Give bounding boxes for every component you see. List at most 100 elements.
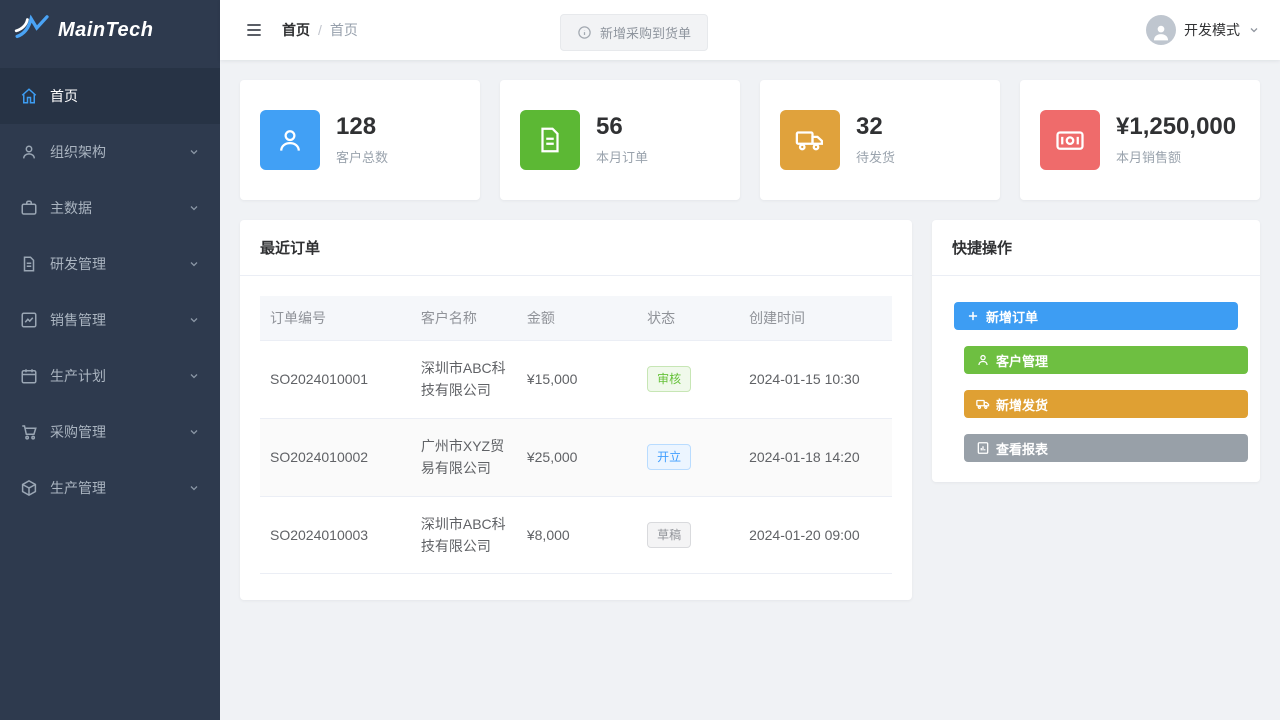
chevron-down-icon <box>188 146 200 158</box>
sidebar-item-rd-management[interactable]: 研发管理 <box>0 236 220 292</box>
stat-label: 待发货 <box>856 147 895 166</box>
dashboard-content: 128 客户总数 56 本月订单 <box>220 60 1280 720</box>
quick-actions-panel: 快捷操作 新增订单 客户管理 <box>932 220 1260 482</box>
chart-icon <box>20 311 38 329</box>
stats-row: 128 客户总数 56 本月订单 <box>240 80 1260 200</box>
sidebar-item-master-data[interactable]: 主数据 <box>0 180 220 236</box>
sidebar-item-sales-management[interactable]: 销售管理 <box>0 292 220 348</box>
sidebar: MainTech 首页 组织架构 <box>0 0 220 720</box>
orders-icon <box>520 110 580 170</box>
column-header-status: 状态 <box>637 296 739 341</box>
order-created: 2024-01-15 10:30 <box>739 341 892 419</box>
chevron-down-icon <box>188 370 200 382</box>
sidebar-item-home[interactable]: 首页 <box>0 68 220 124</box>
sidebar-nav: 首页 组织架构 主数据 <box>0 60 220 516</box>
stat-card-pending-shipment: 32 待发货 <box>760 80 1000 200</box>
brand-name: MainTech <box>58 19 154 42</box>
home-icon <box>20 87 38 105</box>
status-badge: 开立 <box>647 444 691 470</box>
user-menu[interactable]: 开发模式 <box>1146 15 1260 45</box>
new-order-button[interactable]: 新增订单 <box>954 302 1238 330</box>
sidebar-item-label: 主数据 <box>50 198 188 218</box>
table-header-row: 订单编号 客户名称 金额 状态 创建时间 <box>260 296 892 341</box>
stat-card-monthly-sales: ¥1,250,000 本月销售额 <box>1020 80 1260 200</box>
stat-label: 客户总数 <box>336 147 388 166</box>
order-status-cell: 草稿 <box>637 496 739 574</box>
stat-value: ¥1,250,000 <box>1116 114 1236 140</box>
order-id: SO2024010002 <box>260 418 411 496</box>
truck-icon <box>976 397 990 411</box>
table-row: SO2024010002 广州市XYZ贸易有限公司 ¥25,000 开立 202… <box>260 418 892 496</box>
stat-card-monthly-orders: 56 本月订单 <box>500 80 740 200</box>
customer-management-button[interactable]: 客户管理 <box>964 346 1248 374</box>
order-created: 2024-01-18 14:20 <box>739 418 892 496</box>
sidebar-item-label: 生产管理 <box>50 478 188 498</box>
new-order-label: 新增订单 <box>986 307 1038 326</box>
customer-management-label: 客户管理 <box>996 351 1048 370</box>
breadcrumb: 首页 / 首页 <box>282 20 358 40</box>
stat-text: 56 本月订单 <box>596 114 648 166</box>
chevron-down-icon <box>1248 24 1260 36</box>
chevron-down-icon <box>188 202 200 214</box>
stat-label: 本月订单 <box>596 147 648 166</box>
cart-icon <box>20 423 38 441</box>
stat-text: 32 待发货 <box>856 114 895 166</box>
truck-icon <box>780 110 840 170</box>
new-shipment-button[interactable]: 新增发货 <box>964 390 1248 418</box>
stat-card-customers: 128 客户总数 <box>240 80 480 200</box>
column-header-created: 创建时间 <box>739 296 892 341</box>
order-customer: 深圳市ABC科技有限公司 <box>411 496 517 574</box>
hamburger-menu-icon[interactable] <box>244 20 264 40</box>
panels-row: 最近订单 订单编号 客户名称 金额 状态 创建时间 <box>240 220 1260 600</box>
recent-orders-body: 订单编号 客户名称 金额 状态 创建时间 SO2024010001 <box>240 276 912 600</box>
order-id: SO2024010003 <box>260 496 411 574</box>
chevron-down-icon <box>188 258 200 270</box>
chevron-down-icon <box>188 314 200 326</box>
quick-actions-title: 快捷操作 <box>932 220 1260 276</box>
new-purchase-arrival-label: 新增采购到货单 <box>600 23 691 42</box>
order-status-cell: 开立 <box>637 418 739 496</box>
info-icon <box>577 25 592 40</box>
report-icon <box>976 441 990 455</box>
brand-logo-icon <box>14 14 52 47</box>
order-created: 2024-01-20 09:00 <box>739 496 892 574</box>
brand-logo: MainTech <box>0 0 220 60</box>
column-header-amount: 金额 <box>517 296 637 341</box>
sidebar-item-label: 生产计划 <box>50 366 188 386</box>
stat-value: 56 <box>596 114 648 140</box>
document-icon <box>20 255 38 273</box>
sidebar-item-procurement[interactable]: 采购管理 <box>0 404 220 460</box>
plus-icon <box>966 309 980 323</box>
column-header-order-id: 订单编号 <box>260 296 411 341</box>
stat-value: 128 <box>336 114 388 140</box>
sidebar-item-label: 首页 <box>50 86 200 106</box>
stat-text: ¥1,250,000 本月销售额 <box>1116 114 1236 166</box>
column-header-customer: 客户名称 <box>411 296 517 341</box>
recent-orders-panel: 最近订单 订单编号 客户名称 金额 状态 创建时间 <box>240 220 912 600</box>
status-badge: 草稿 <box>647 522 691 548</box>
sidebar-item-production-management[interactable]: 生产管理 <box>0 460 220 516</box>
new-purchase-arrival-button[interactable]: 新增采购到货单 <box>560 14 708 51</box>
calendar-icon <box>20 367 38 385</box>
order-amount: ¥25,000 <box>517 418 637 496</box>
main-column: 首页 / 首页 新增采购到货单 开发模式 <box>220 0 1280 720</box>
sidebar-item-organization[interactable]: 组织架构 <box>0 124 220 180</box>
breadcrumb-home[interactable]: 首页 <box>282 20 310 40</box>
order-amount: ¥8,000 <box>517 496 637 574</box>
stat-text: 128 客户总数 <box>336 114 388 166</box>
avatar <box>1146 15 1176 45</box>
new-shipment-label: 新增发货 <box>996 395 1048 414</box>
user-icon <box>20 143 38 161</box>
sidebar-item-label: 研发管理 <box>50 254 188 274</box>
status-badge: 审核 <box>647 366 691 392</box>
order-amount: ¥15,000 <box>517 341 637 419</box>
order-id: SO2024010001 <box>260 341 411 419</box>
order-customer: 深圳市ABC科技有限公司 <box>411 341 517 419</box>
view-reports-button[interactable]: 查看报表 <box>964 434 1248 462</box>
customers-icon <box>260 110 320 170</box>
user-mode-label: 开发模式 <box>1184 20 1240 40</box>
sidebar-item-production-plan[interactable]: 生产计划 <box>0 348 220 404</box>
user-icon <box>976 353 990 367</box>
box-icon <box>20 479 38 497</box>
breadcrumb-separator: / <box>318 22 322 38</box>
